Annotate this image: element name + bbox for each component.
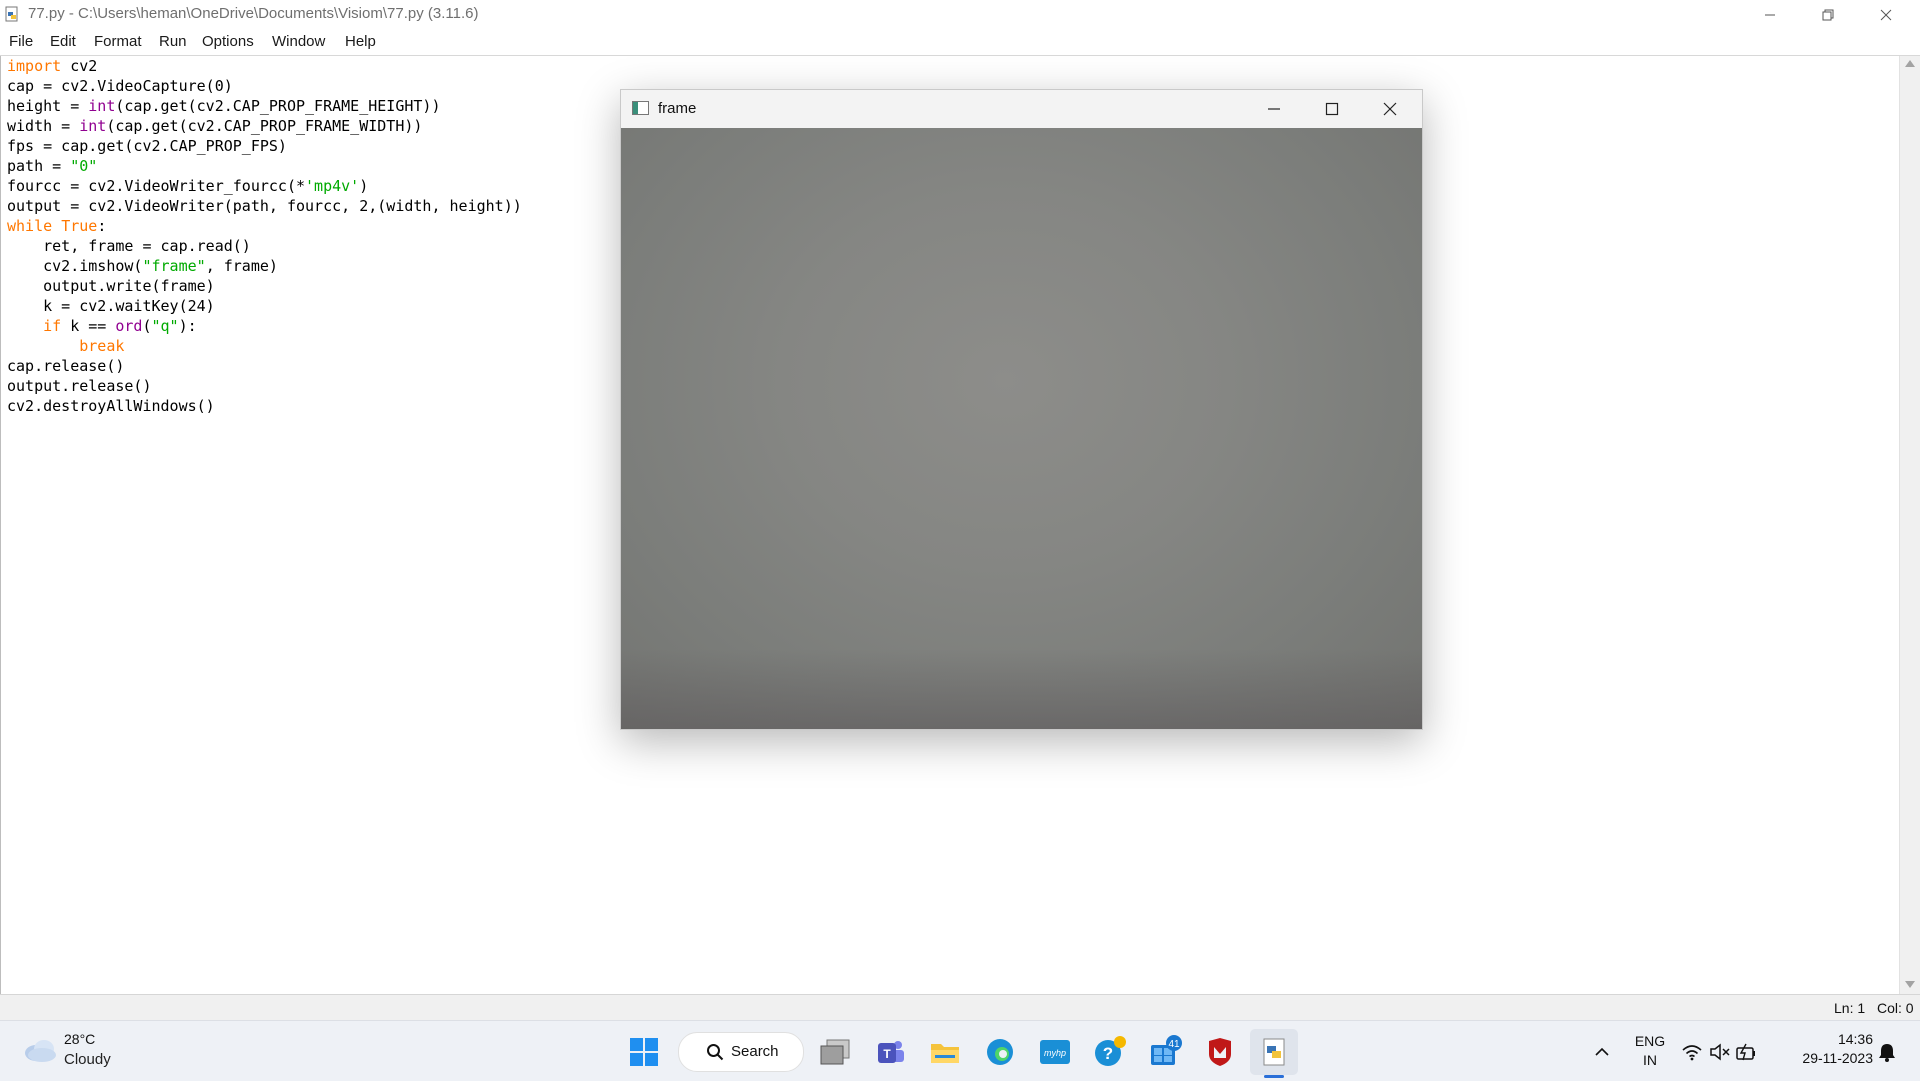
clock-date: 29-11-2023 — [1802, 1050, 1873, 1066]
status-bar: Ln: 1 Col: 0 — [0, 994, 1920, 1021]
store-badge: 41 — [1168, 1039, 1180, 1050]
minimize-button[interactable] — [1741, 0, 1799, 29]
frame-maximize-button[interactable] — [1303, 90, 1361, 128]
restore-button[interactable] — [1799, 0, 1857, 29]
python-file-icon — [5, 6, 18, 22]
edge-button[interactable] — [983, 1035, 1017, 1069]
myhp-icon: myhp — [1040, 1040, 1070, 1064]
store-button[interactable]: 41 — [1148, 1035, 1182, 1069]
quick-settings-icons — [1682, 1043, 1755, 1061]
menu-edit[interactable]: Edit — [50, 33, 76, 50]
cloud-icon — [25, 1040, 56, 1062]
close-button[interactable] — [1857, 0, 1915, 29]
task-view-button[interactable] — [818, 1035, 852, 1069]
mcafee-button[interactable] — [1203, 1035, 1237, 1069]
taskbar-search[interactable]: Search — [678, 1032, 804, 1072]
scroll-down-icon[interactable] — [1905, 981, 1915, 988]
line-number: Ln: 1 — [1834, 1000, 1866, 1016]
start-button[interactable] — [627, 1035, 661, 1069]
vertical-scrollbar[interactable] — [1899, 56, 1920, 994]
python-idle-button[interactable] — [1257, 1035, 1291, 1069]
svg-text:T: T — [883, 1047, 891, 1061]
language-region: IN — [1643, 1052, 1657, 1068]
input-language[interactable]: ENG IN — [1628, 1033, 1672, 1068]
clock-time: 14:36 — [1837, 1031, 1873, 1047]
menu-window[interactable]: Window — [272, 33, 325, 50]
menu-file[interactable]: File — [9, 33, 33, 50]
quick-settings-button[interactable] — [1680, 1035, 1764, 1069]
teams-icon: T — [878, 1041, 904, 1063]
weather-description: Cloudy — [64, 1051, 111, 1068]
menu-bar: File Edit Format Run Options Window Help — [0, 29, 1920, 56]
frame-minimize-button[interactable] — [1245, 90, 1303, 128]
title-bar[interactable]: 77.py - C:\Users\heman\OneDrive\Document… — [0, 0, 1920, 29]
minimize-icon — [1268, 108, 1280, 110]
python-idle-icon — [1263, 1038, 1285, 1066]
search-label: Search — [731, 1043, 779, 1060]
frame-app-icon — [632, 101, 649, 115]
frame-window-title: frame — [658, 100, 697, 117]
maximize-icon — [1325, 102, 1339, 116]
taskbar: 28°C Cloudy Search T myhp ? 41 ENG IN 14… — [0, 1020, 1920, 1081]
menu-help[interactable]: Help — [345, 33, 376, 50]
close-icon — [1383, 102, 1397, 116]
show-hidden-icons-button[interactable] — [1585, 1035, 1619, 1069]
close-icon — [1880, 9, 1892, 20]
frame-title-bar[interactable]: frame — [621, 90, 1422, 128]
frame-close-button[interactable] — [1361, 90, 1419, 128]
windows-start-icon — [630, 1038, 658, 1066]
notifications-button[interactable] — [1875, 1035, 1899, 1069]
mcafee-icon — [1209, 1038, 1231, 1066]
column-number: Col: 0 — [1877, 1000, 1914, 1016]
myhp-label: myhp — [1044, 1048, 1066, 1058]
file-explorer-icon — [931, 1044, 959, 1063]
myhp-button[interactable]: myhp — [1038, 1035, 1072, 1069]
menu-options[interactable]: Options — [202, 33, 254, 50]
battery-charging-icon — [1736, 1043, 1755, 1061]
bell-icon — [1879, 1044, 1895, 1062]
chevron-up-icon — [1595, 1047, 1609, 1056]
frame-window[interactable]: frame — [620, 89, 1423, 730]
language-code: ENG — [1634, 1033, 1666, 1049]
task-view-icon — [820, 1039, 850, 1065]
svg-text:?: ? — [1103, 1044, 1113, 1063]
edge-icon — [987, 1039, 1013, 1065]
get-help-button[interactable]: ? — [1093, 1035, 1127, 1069]
restore-icon — [1822, 9, 1834, 20]
teams-button[interactable]: T — [873, 1035, 907, 1069]
search-icon — [707, 1044, 724, 1061]
camera-frame-image — [621, 128, 1422, 729]
store-icon: 41 — [1151, 1035, 1182, 1065]
menu-format[interactable]: Format — [94, 33, 142, 50]
weather-temperature: 28°C — [64, 1031, 96, 1047]
wifi-icon — [1682, 1045, 1702, 1061]
window-title: 77.py - C:\Users\heman\OneDrive\Document… — [28, 5, 479, 22]
minimize-icon — [1765, 14, 1775, 15]
file-explorer-button[interactable] — [928, 1035, 962, 1069]
scroll-up-icon[interactable] — [1905, 60, 1915, 67]
speaker-muted-icon — [1710, 1043, 1730, 1061]
menu-run[interactable]: Run — [159, 33, 187, 50]
clock[interactable]: 14:36 29-11-2023 — [1779, 1031, 1873, 1066]
code-text[interactable]: import cv2 cap = cv2.VideoCapture(0) hei… — [7, 56, 522, 416]
get-help-icon: ? — [1095, 1036, 1126, 1066]
active-app-indicator — [1264, 1075, 1284, 1078]
